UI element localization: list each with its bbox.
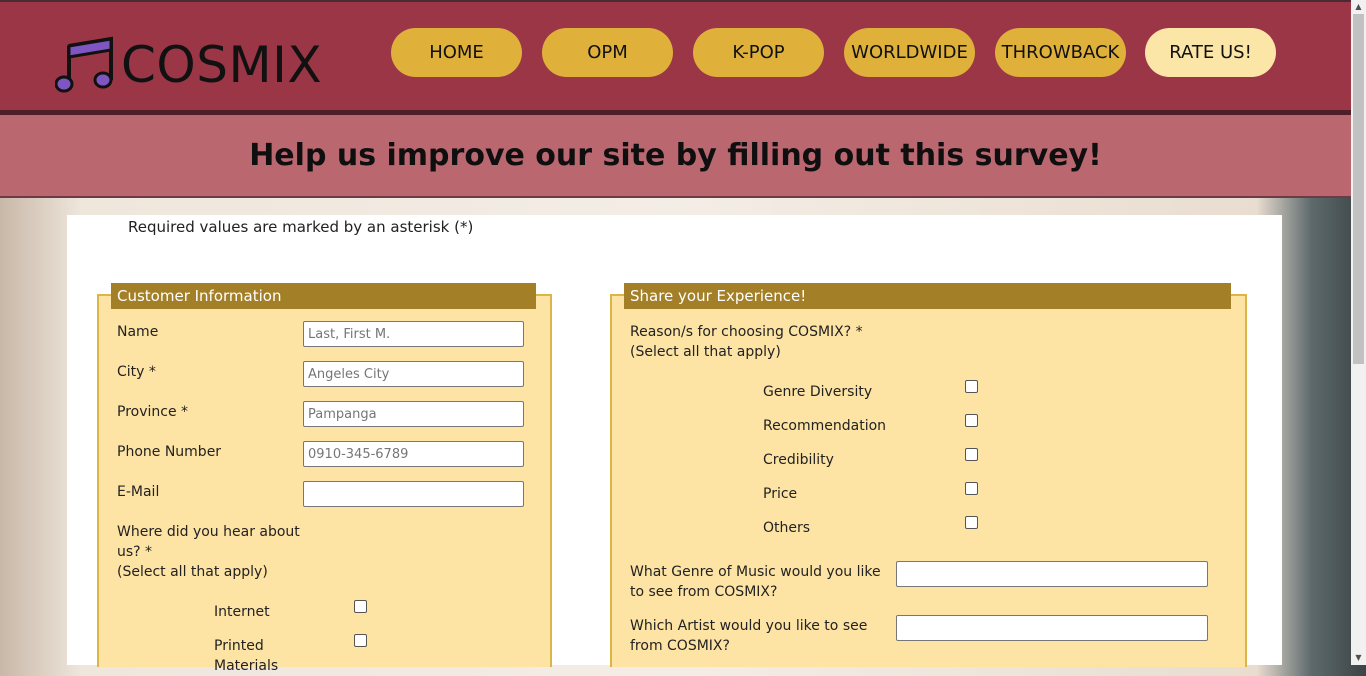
required-note: Required values are marked by an asteris… [128, 218, 474, 236]
artist-input[interactable] [896, 615, 1208, 641]
nav-throwback-button[interactable]: THROWBACK [995, 28, 1126, 77]
survey-banner: Help us improve our site by filling out … [0, 115, 1351, 198]
hear-option-printed-label-cont: Materials [214, 658, 279, 674]
email-label: E-Mail [117, 484, 160, 500]
nav-kpop-button[interactable]: K-POP [693, 28, 824, 77]
customer-info-legend: Customer Information [111, 283, 536, 309]
nav-opm-button[interactable]: OPM [542, 28, 673, 77]
experience-legend: Share your Experience! [624, 283, 1231, 309]
genre-question-label: What Genre of Music would you like [630, 564, 881, 580]
reason-hint: (Select all that apply) [630, 344, 781, 360]
phone-label: Phone Number [117, 444, 222, 460]
scroll-down-arrow-icon[interactable]: ▼ [1351, 651, 1366, 665]
nav-rate-us-button[interactable]: RATE US! [1145, 28, 1276, 77]
nav-worldwide-button[interactable]: WORLDWIDE [844, 28, 975, 77]
genre-input[interactable] [896, 561, 1208, 587]
reason-recommendation-checkbox[interactable] [965, 414, 978, 427]
page-title: Help us improve our site by filling out … [249, 138, 1102, 173]
phone-input[interactable] [303, 441, 524, 467]
reason-credibility-label: Credibility [763, 452, 834, 468]
reason-label: Reason/s for choosing COSMIX? * [630, 324, 863, 340]
reason-others-label: Others [763, 520, 811, 536]
reason-genre-diversity-label: Genre Diversity [763, 384, 873, 400]
reason-price-checkbox[interactable] [965, 482, 978, 495]
hear-option-internet-checkbox[interactable] [354, 600, 367, 613]
name-input[interactable] [303, 321, 524, 347]
hear-option-printed-checkbox[interactable] [354, 634, 367, 647]
reason-genre-diversity-checkbox[interactable] [965, 380, 978, 393]
reason-credibility-checkbox[interactable] [965, 448, 978, 461]
email-input[interactable] [303, 481, 524, 507]
reason-recommendation-label: Recommendation [763, 418, 887, 434]
province-input[interactable] [303, 401, 524, 427]
reason-others-checkbox[interactable] [965, 516, 978, 529]
hear-about-hint: (Select all that apply) [117, 564, 268, 580]
nav-home-button[interactable]: HOME [391, 28, 522, 77]
artist-question-label: Which Artist would you like to see [630, 618, 868, 634]
music-note-icon [55, 36, 113, 93]
province-label: Province * [117, 404, 189, 420]
artist-question-label-cont: from COSMIX? [630, 638, 730, 654]
hear-about-label: us? * [117, 544, 153, 560]
city-input[interactable] [303, 361, 524, 387]
hear-option-printed-label: Printed [214, 638, 264, 654]
city-label: City * [117, 364, 156, 380]
hear-option-internet-label: Internet [214, 604, 270, 620]
brand-logo[interactable]: COSMIX [55, 36, 322, 94]
scroll-up-arrow-icon[interactable]: ▲ [1351, 0, 1366, 14]
name-label: Name [117, 324, 159, 340]
genre-question-label-cont: to see from COSMIX? [630, 584, 778, 600]
hear-about-label: Where did you hear about [117, 524, 300, 540]
reason-price-label: Price [763, 486, 798, 502]
scrollbar-thumb[interactable] [1353, 14, 1364, 364]
brand-name: COSMIX [121, 36, 323, 94]
